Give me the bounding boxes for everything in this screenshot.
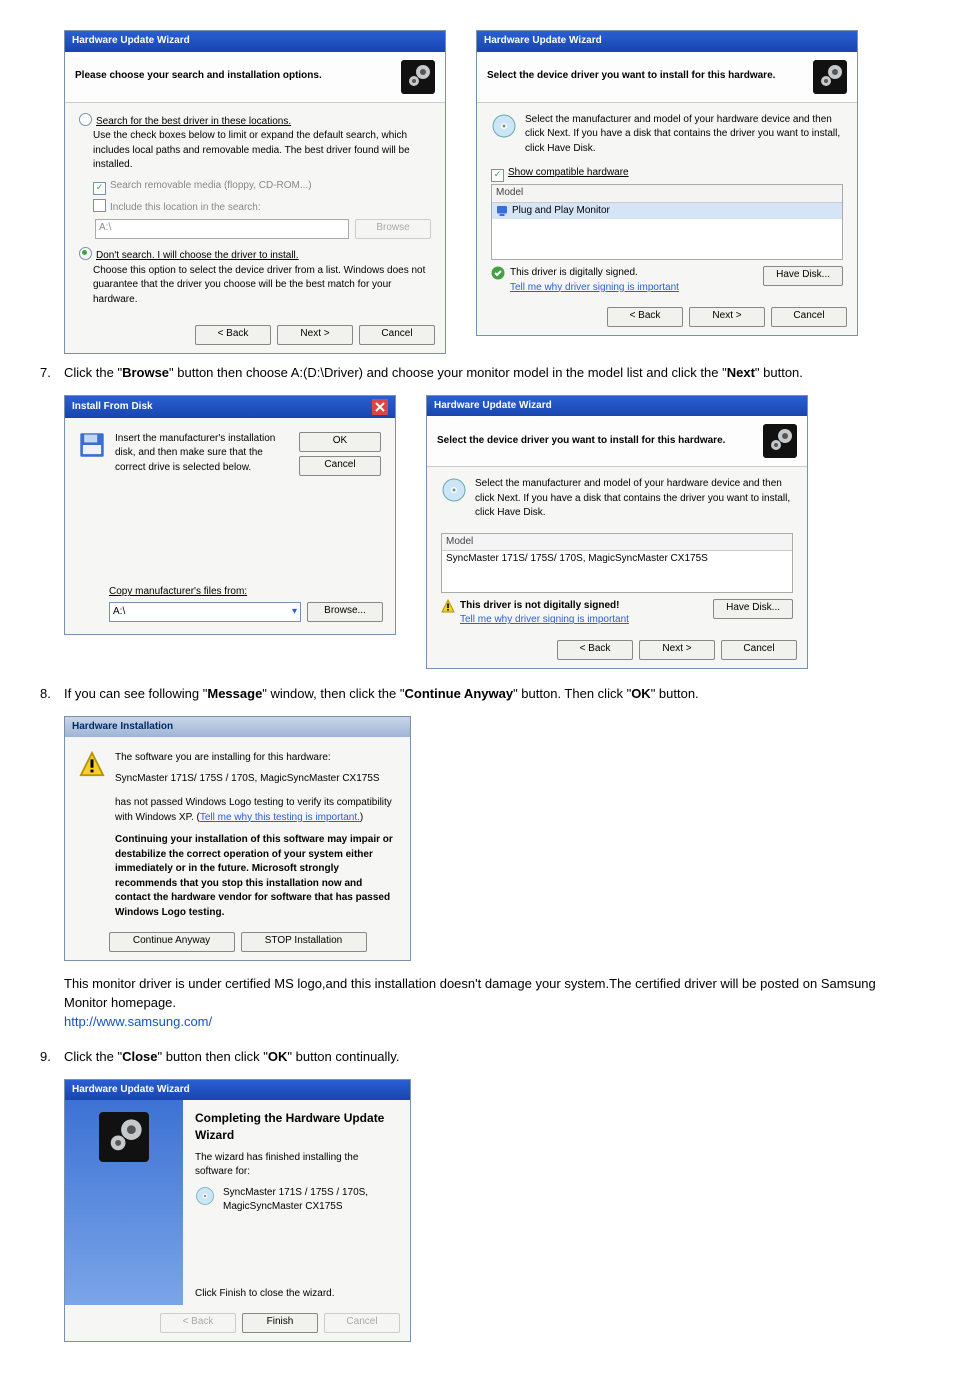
checkbox-show-compatible[interactable] [491, 169, 504, 182]
have-disk-button[interactable]: Have Disk... [713, 599, 793, 619]
model-item-syncmaster[interactable]: SyncMaster 171S/ 175S/ 170S, MagicSyncMa… [442, 551, 792, 568]
dialog-header: Select the device driver you want to ins… [437, 434, 725, 449]
checkbox-removable-media[interactable] [93, 182, 106, 195]
dialog-title: Hardware Installation [65, 717, 410, 738]
completing-click-text: Click Finish to close the wizard. [195, 1287, 398, 1302]
dialog-header: Please choose your search and installati… [75, 69, 322, 84]
disk-icon [491, 113, 517, 139]
have-disk-button[interactable]: Have Disk... [763, 266, 843, 286]
model-item-label: Plug and Play Monitor [512, 204, 610, 219]
search-options-dialog: Hardware Update Wizard Please choose you… [64, 30, 446, 354]
dialog-header: Select the device driver you want to ins… [487, 69, 775, 84]
hardware-installation-dialog: Hardware Installation The software you a… [64, 716, 411, 962]
hardware-icon [99, 1112, 149, 1162]
browse-button[interactable]: Browse [355, 219, 431, 239]
search-best-note: Use the check boxes below to limit or ex… [93, 129, 431, 173]
copy-from-label: Copy manufacturer's files from: [109, 585, 383, 600]
copy-from-path: A:\ [113, 605, 125, 620]
completing-title: Completing the Hardware Update Wizard [195, 1110, 398, 1145]
instruction-text: Select the manufacturer and model of you… [525, 113, 843, 157]
location-input[interactable]: A:\ [95, 219, 349, 239]
radio-search-best-label: Search for the best driver in these loca… [96, 116, 291, 127]
install-from-disk-dialog: Install From Disk Insert the manufacture… [64, 395, 396, 635]
model-header: Model [442, 534, 792, 552]
hardware-icon [813, 60, 847, 94]
step-7-text: Click the "Browse" button then choose A:… [64, 365, 803, 380]
hw-install-line-1: The software you are installing for this… [115, 751, 396, 766]
back-button[interactable]: < Back [195, 325, 271, 345]
back-button[interactable]: < Back [557, 640, 633, 660]
completing-item: SyncMaster 171S / 175S / 170S, MagicSync… [223, 1186, 398, 1215]
dialog-title: Hardware Update Wizard [65, 1080, 410, 1101]
continue-anyway-button[interactable]: Continue Anyway [109, 932, 235, 952]
next-button[interactable]: Next > [639, 640, 715, 660]
disk-icon [441, 477, 467, 503]
dont-search-note: Choose this option to select the device … [93, 264, 431, 308]
hw-install-line-2: SyncMaster 171S/ 175S / 170S, MagicSyncM… [115, 772, 396, 787]
checkbox-include-location-label: Include this location in the search: [110, 202, 261, 213]
completing-sub: The wizard has finished installing the s… [195, 1151, 398, 1180]
warning-icon [79, 751, 105, 777]
hw-install-warning: Continuing your installation of this sof… [115, 833, 396, 920]
step-9-text: Click the "Close" button then click "OK"… [64, 1049, 399, 1064]
stop-installation-button[interactable]: STOP Installation [241, 932, 367, 952]
model-item-pnp[interactable]: Plug and Play Monitor [492, 203, 842, 220]
dialog-title: Install From Disk [72, 400, 153, 415]
cancel-button[interactable]: Cancel [359, 325, 435, 345]
checkbox-removable-media-label: Search removable media (floppy, CD-ROM..… [110, 180, 312, 191]
hardware-icon [763, 424, 797, 458]
signed-text: This driver is digitally signed. [510, 266, 679, 281]
dialog-title: Hardware Update Wizard [65, 31, 445, 52]
back-button[interactable]: < Back [607, 307, 683, 327]
ok-button[interactable]: OK [299, 432, 381, 452]
select-driver-dialog-2: Hardware Update Wizard Select the device… [426, 395, 808, 669]
next-button[interactable]: Next > [277, 325, 353, 345]
radio-search-best[interactable] [79, 113, 92, 126]
install-from-disk-instruction: Insert the manufacturer's installation d… [115, 432, 289, 476]
finish-button[interactable]: Finish [242, 1313, 318, 1333]
dialog-title: Hardware Update Wizard [477, 31, 857, 52]
disk-icon [195, 1186, 215, 1206]
completing-wizard-dialog: Hardware Update Wizard Completing the Ha… [64, 1079, 411, 1343]
not-signed-text: This driver is not digitally signed! [460, 600, 619, 611]
hw-install-line-3: has not passed Windows Logo testing to v… [115, 796, 396, 825]
copy-from-input[interactable]: A:\ ▾ [109, 602, 301, 622]
close-icon[interactable] [372, 399, 388, 415]
signing-info-link[interactable]: Tell me why driver signing is important [510, 282, 679, 293]
checkbox-show-compatible-label: Show compatible hardware [508, 167, 629, 178]
next-button[interactable]: Next > [689, 307, 765, 327]
samsung-link[interactable]: http://www.samsung.com/ [64, 1014, 212, 1029]
cancel-button[interactable]: Cancel [324, 1313, 400, 1333]
hardware-icon [401, 60, 435, 94]
signed-icon [491, 266, 505, 280]
browse-button[interactable]: Browse... [307, 602, 383, 622]
cancel-button[interactable]: Cancel [771, 307, 847, 327]
chevron-down-icon[interactable]: ▾ [292, 605, 297, 620]
warning-icon [441, 599, 455, 613]
cancel-button[interactable]: Cancel [721, 640, 797, 660]
monitor-icon [496, 205, 508, 217]
signing-info-link[interactable]: Tell me why driver signing is important [460, 614, 629, 625]
annotation-text: This monitor driver is under certified M… [64, 976, 876, 1010]
logo-testing-link[interactable]: Tell me why this testing is important. [200, 812, 360, 823]
select-driver-dialog-1: Hardware Update Wizard Select the device… [476, 30, 858, 336]
instruction-text: Select the manufacturer and model of you… [475, 477, 793, 521]
floppy-icon [79, 432, 105, 458]
back-button[interactable]: < Back [160, 1313, 236, 1333]
model-item-label: SyncMaster 171S/ 175S/ 170S, MagicSyncMa… [446, 552, 708, 567]
radio-dont-search[interactable] [79, 247, 92, 260]
step-8-text: If you can see following "Message" windo… [64, 686, 699, 701]
model-header: Model [492, 185, 842, 203]
dialog-title: Hardware Update Wizard [427, 396, 807, 417]
cancel-button[interactable]: Cancel [299, 456, 381, 476]
checkbox-include-location[interactable] [93, 199, 106, 212]
radio-dont-search-label: Don't search. I will choose the driver t… [96, 250, 299, 261]
